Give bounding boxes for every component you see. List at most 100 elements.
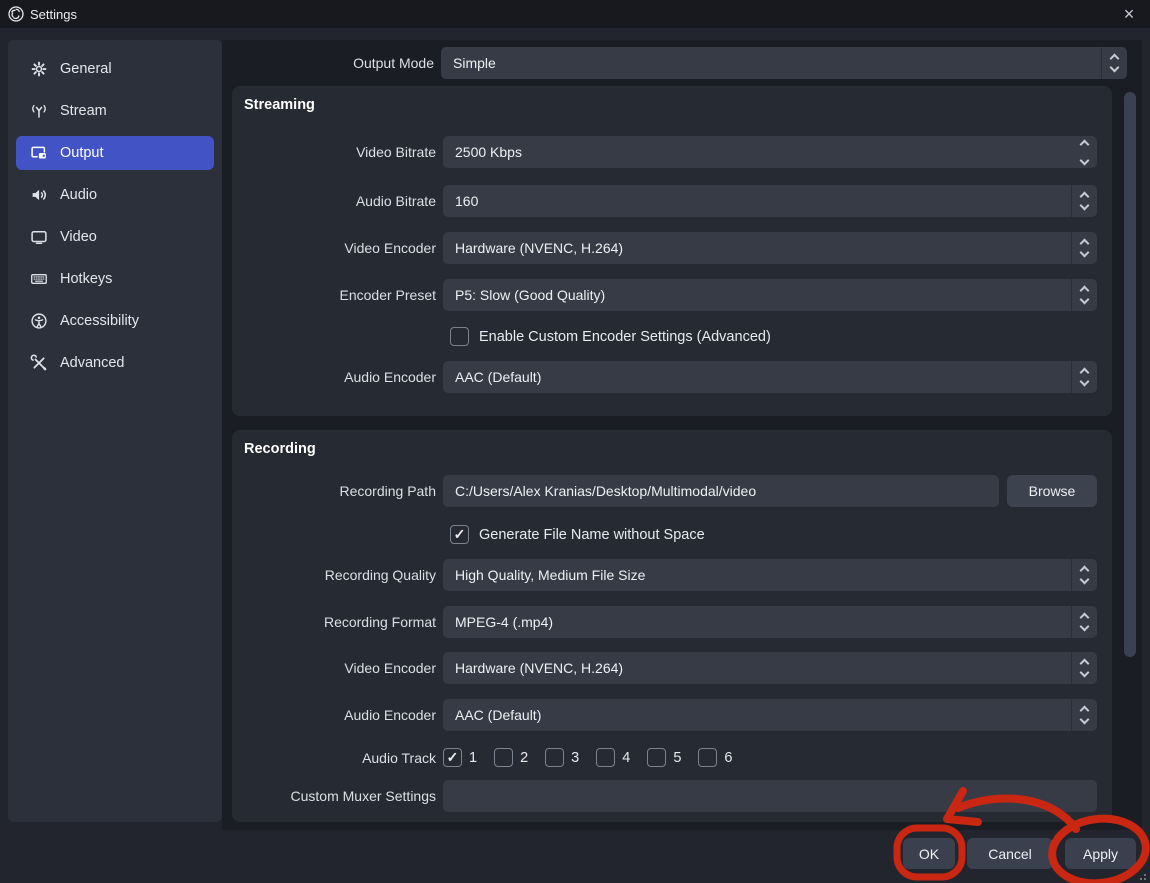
audio-track-row: Audio Track ✓ 1 2 3 4 5 6 <box>232 748 1097 767</box>
sidebar-item-stream[interactable]: Stream <box>16 94 214 128</box>
output-mode-row: Output Mode Simple <box>230 47 1127 79</box>
track-2-checkbox[interactable] <box>494 748 513 767</box>
accessibility-icon <box>30 312 48 330</box>
sidebar-item-label: Output <box>60 145 104 161</box>
chevron-up-down-icon[interactable] <box>1071 279 1097 311</box>
sidebar-item-audio[interactable]: Audio <box>16 178 214 212</box>
sidebar-item-video[interactable]: Video <box>16 220 214 254</box>
sidebar-item-label: Audio <box>60 187 97 203</box>
stream-video-encoder-select[interactable]: Hardware (NVENC, H.264) <box>443 232 1097 264</box>
video-bitrate-row: Video Bitrate 2500 Kbps <box>232 136 1097 168</box>
antenna-icon <box>30 102 48 120</box>
ok-button[interactable]: OK <box>903 838 955 869</box>
audio-track-label: Audio Track <box>232 750 443 766</box>
recording-path-label: Recording Path <box>232 483 443 499</box>
streaming-title: Streaming <box>244 97 1097 114</box>
recording-quality-select[interactable]: High Quality, Medium File Size <box>443 559 1097 591</box>
chevron-up-down-icon[interactable] <box>1101 47 1127 79</box>
video-encoder-value: Hardware (NVENC, H.264) <box>443 660 1071 676</box>
chevron-up-down-icon[interactable] <box>1071 652 1097 684</box>
custom-muxer-label: Custom Muxer Settings <box>232 788 443 804</box>
recording-format-value: MPEG-4 (.mp4) <box>443 614 1071 630</box>
track-2-label: 2 <box>520 750 528 766</box>
cancel-button[interactable]: Cancel <box>967 838 1053 869</box>
apply-button[interactable]: Apply <box>1065 838 1136 869</box>
recording-format-select[interactable]: MPEG-4 (.mp4) <box>443 606 1097 638</box>
recording-video-encoder-row: Video Encoder Hardware (NVENC, H.264) <box>232 652 1097 684</box>
close-icon[interactable]: × <box>1112 0 1146 28</box>
sidebar-item-label: Advanced <box>60 355 125 371</box>
display-icon <box>30 228 48 246</box>
settings-sidebar: General Stream Output Audio Video <box>8 40 222 822</box>
custom-muxer-input[interactable] <box>443 780 1097 812</box>
track-3-label: 3 <box>571 750 579 766</box>
sidebar-item-accessibility[interactable]: Accessibility <box>16 304 214 338</box>
audio-track-3: 3 <box>545 748 579 767</box>
recording-format-row: Recording Format MPEG-4 (.mp4) <box>232 606 1097 638</box>
audio-track-2: 2 <box>494 748 528 767</box>
track-6-checkbox[interactable] <box>698 748 717 767</box>
browse-button[interactable]: Browse <box>1007 475 1097 507</box>
generate-filename-label: Generate File Name without Space <box>479 527 705 543</box>
audio-bitrate-value: 160 <box>443 193 1071 209</box>
keyboard-icon <box>30 270 48 288</box>
output-mode-label: Output Mode <box>230 55 441 71</box>
encoder-preset-select[interactable]: P5: Slow (Good Quality) <box>443 279 1097 311</box>
recording-group: Recording Recording Path Browse ✓ Genera… <box>232 430 1112 822</box>
sidebar-item-label: Stream <box>60 103 107 119</box>
chevron-up-down-icon[interactable] <box>1071 559 1097 591</box>
chevron-up-down-icon[interactable] <box>1071 606 1097 638</box>
custom-encoder-checkbox[interactable] <box>450 327 469 346</box>
recording-title: Recording <box>244 441 1097 458</box>
output-mode-select[interactable]: Simple <box>441 47 1127 79</box>
output-mode-value: Simple <box>441 55 1101 71</box>
recording-video-encoder-select[interactable]: Hardware (NVENC, H.264) <box>443 652 1097 684</box>
sidebar-item-label: Video <box>60 229 97 245</box>
audio-track-5: 5 <box>647 748 681 767</box>
generate-filename-checkbox-row: ✓ Generate File Name without Space <box>450 525 1097 544</box>
video-encoder-label: Video Encoder <box>232 660 443 676</box>
spinner-arrows-icon[interactable] <box>1071 136 1097 168</box>
recording-audio-encoder-select[interactable]: AAC (Default) <box>443 699 1097 731</box>
sidebar-item-label: General <box>60 61 112 77</box>
recording-path-row: Recording Path Browse <box>232 475 1097 507</box>
audio-bitrate-select[interactable]: 160 <box>443 185 1097 217</box>
resize-grip[interactable] <box>1138 872 1146 880</box>
track-5-checkbox[interactable] <box>647 748 666 767</box>
sidebar-item-hotkeys[interactable]: Hotkeys <box>16 262 214 296</box>
chevron-up-down-icon[interactable] <box>1071 232 1097 264</box>
output-icon <box>30 144 48 162</box>
encoder-preset-label: Encoder Preset <box>232 287 443 303</box>
streaming-group: Streaming Video Bitrate 2500 Kbps Audio … <box>232 86 1112 416</box>
chevron-up-down-icon[interactable] <box>1071 361 1097 393</box>
track-6-label: 6 <box>724 750 732 766</box>
sidebar-item-label: Accessibility <box>60 313 139 329</box>
tools-icon <box>30 354 48 372</box>
sidebar-item-advanced[interactable]: Advanced <box>16 346 214 380</box>
audio-bitrate-label: Audio Bitrate <box>232 193 443 209</box>
custom-muxer-row: Custom Muxer Settings <box>232 780 1097 812</box>
track-4-label: 4 <box>622 750 630 766</box>
sidebar-item-output[interactable]: Output <box>16 136 214 170</box>
sidebar-item-general[interactable]: General <box>16 52 214 86</box>
video-bitrate-label: Video Bitrate <box>232 144 443 160</box>
video-bitrate-value: 2500 Kbps <box>443 144 1071 160</box>
video-encoder-value: Hardware (NVENC, H.264) <box>443 240 1071 256</box>
recording-quality-row: Recording Quality High Quality, Medium F… <box>232 559 1097 591</box>
generate-filename-checkbox[interactable]: ✓ <box>450 525 469 544</box>
speaker-icon <box>30 186 48 204</box>
stream-audio-encoder-select[interactable]: AAC (Default) <box>443 361 1097 393</box>
track-4-checkbox[interactable] <box>596 748 615 767</box>
custom-encoder-checkbox-row: Enable Custom Encoder Settings (Advanced… <box>450 327 1097 346</box>
track-3-checkbox[interactable] <box>545 748 564 767</box>
chevron-up-down-icon[interactable] <box>1071 699 1097 731</box>
obs-logo-icon <box>7 5 25 23</box>
recording-path-input[interactable] <box>443 475 999 507</box>
audio-encoder-label: Audio Encoder <box>232 369 443 385</box>
recording-format-label: Recording Format <box>232 614 443 630</box>
track-1-checkbox[interactable]: ✓ <box>443 748 462 767</box>
custom-encoder-label: Enable Custom Encoder Settings (Advanced… <box>479 329 771 345</box>
video-bitrate-spinbox[interactable]: 2500 Kbps <box>443 136 1097 168</box>
chevron-up-down-icon[interactable] <box>1071 185 1097 217</box>
vertical-scrollbar-thumb[interactable] <box>1124 92 1136 657</box>
